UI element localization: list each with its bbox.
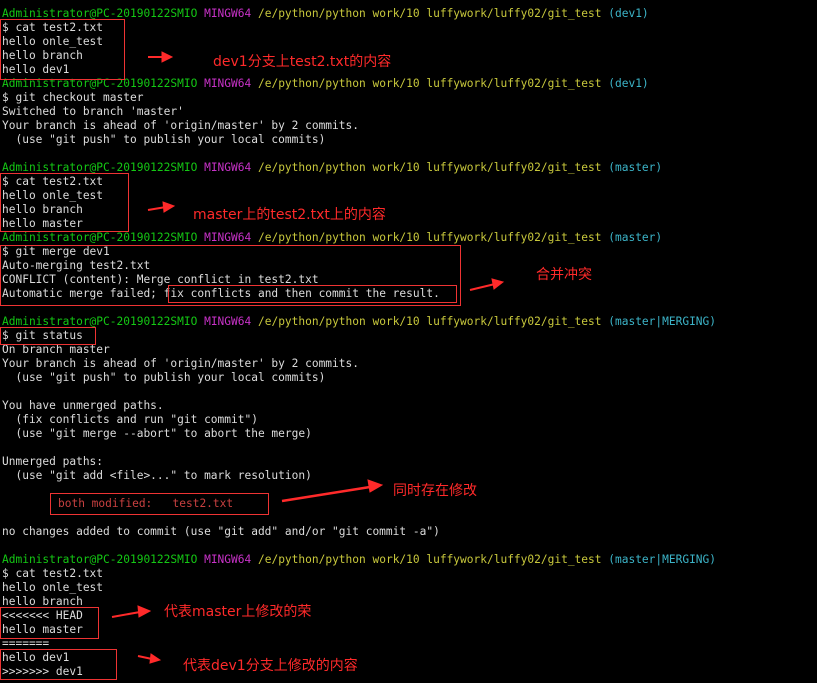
annotation-dev1-change: 代表dev1分支上修改的内容 (183, 658, 358, 674)
annotation-arrows (111, 51, 505, 664)
arrow-icon (469, 278, 505, 291)
arrow-icon (148, 51, 174, 63)
arrow-icon (137, 653, 162, 664)
annotation-merge-conflict: 合并冲突 (536, 267, 592, 283)
arrow-icon (281, 479, 384, 503)
arrow-icon (147, 201, 176, 213)
arrow-icon (111, 605, 152, 618)
annotation-both-modified: 同时存在修改 (393, 483, 477, 499)
annotation-master-change: 代表master上修改的荣 (164, 604, 312, 620)
annotation-master-content: master上的test2.txt上的内容 (193, 207, 386, 223)
annotation-dev1-content: dev1分支上test2.txt的内容 (213, 54, 392, 70)
